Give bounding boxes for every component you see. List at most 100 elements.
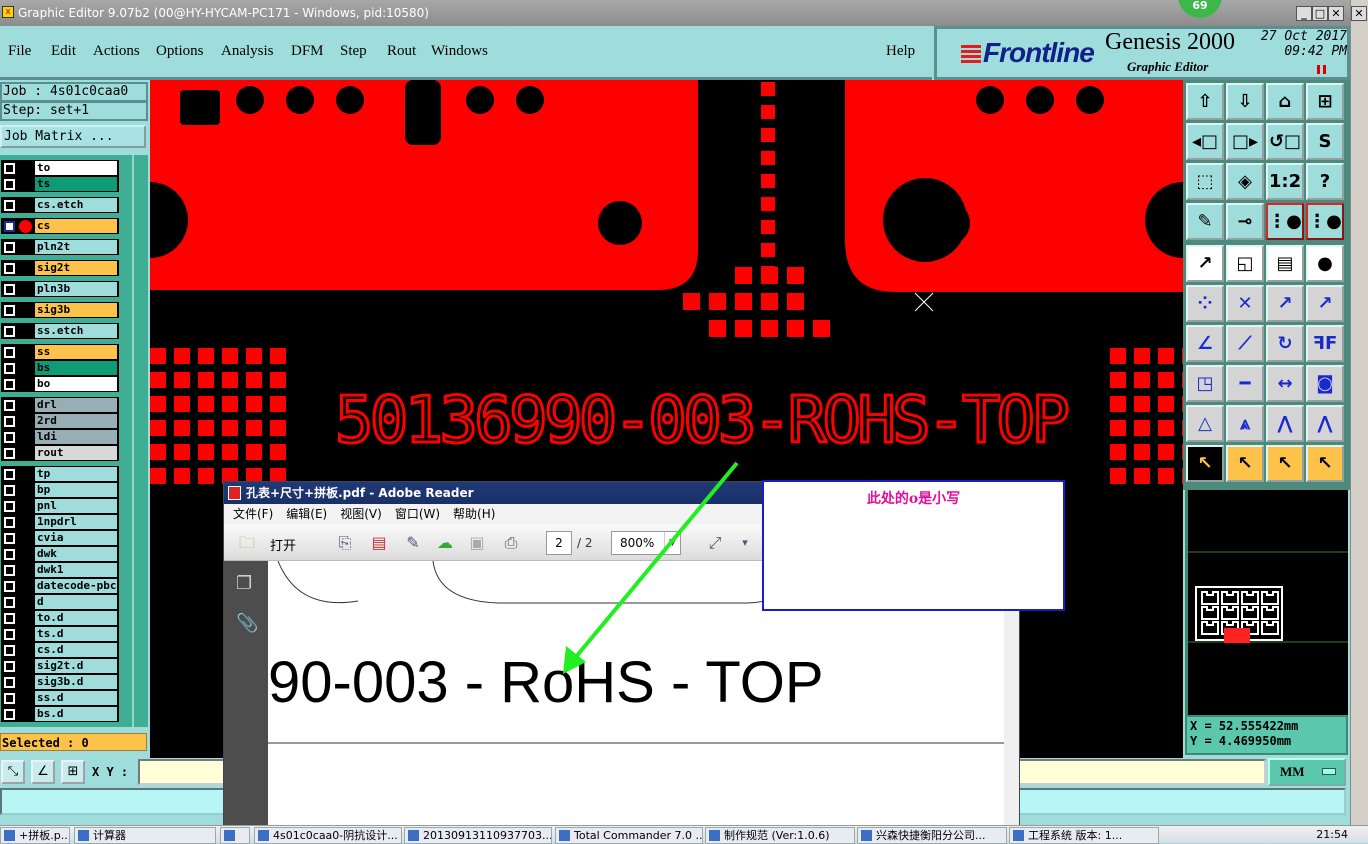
menu-dfm[interactable]: DFM — [291, 43, 324, 60]
menu-step[interactable]: Step — [340, 43, 367, 60]
move-icon[interactable]: ↗ — [1266, 285, 1304, 322]
taskbar-item[interactable]: Total Commander 7.0 ... — [555, 827, 703, 844]
create-pdf-icon[interactable]: ⎘ — [334, 532, 356, 554]
resize-icon[interactable]: ◳ — [1186, 365, 1224, 402]
taskbar-item[interactable]: 计算器 — [74, 827, 216, 844]
layer-scrollbar[interactable] — [132, 155, 148, 727]
layer-row-pnl[interactable]: pnl — [1, 498, 119, 514]
add-feature-icon[interactable]: ↗ — [1186, 245, 1224, 282]
menu-rout[interactable]: Rout — [387, 43, 416, 60]
layer-checkbox[interactable] — [4, 284, 15, 295]
pad-select-icon[interactable]: ● — [1306, 245, 1344, 282]
taskbar-item[interactable]: +拼板.p... — [0, 827, 70, 844]
menu-edit[interactable]: Edit — [51, 43, 76, 60]
grid-xy-icon[interactable]: ⊞ — [1306, 83, 1344, 120]
layer-row-d[interactable]: d — [1, 594, 119, 610]
open-folder-icon[interactable]: 🗀 — [236, 532, 258, 554]
attachment-icon[interactable]: 📎 — [236, 613, 258, 634]
menu-options[interactable]: Options — [156, 43, 204, 60]
layer-checkbox[interactable] — [4, 242, 15, 253]
maximize-button[interactable]: □ — [1312, 6, 1328, 21]
pdf-menu-item[interactable]: 视图(V) — [340, 507, 382, 521]
layer-row-datecode-pbc[interactable]: datecode-pbc — [1, 578, 119, 594]
tools-palette-icon[interactable]: ✎ — [1186, 203, 1224, 240]
help-icon[interactable]: ? — [1306, 163, 1344, 200]
layer-checkbox[interactable] — [4, 581, 15, 592]
print-icon[interactable]: ⎙ — [500, 532, 522, 554]
layer-checkbox[interactable] — [4, 645, 15, 656]
upload-cloud-icon[interactable]: ☁ — [434, 532, 456, 554]
pdf-menu-item[interactable]: 帮助(H) — [453, 507, 495, 521]
taskbar-item[interactable]: 4s01c0caa0-阴抗设计... — [254, 827, 402, 844]
layer-checkbox[interactable] — [4, 597, 15, 608]
snap-grid-icon[interactable]: ⊞ — [61, 760, 85, 784]
layer-checkbox[interactable] — [4, 533, 15, 544]
layer-row-ts[interactable]: ts — [1, 176, 119, 192]
pause-icon[interactable] — [1317, 65, 1326, 74]
layer-row-pln2t[interactable]: pln2t — [1, 239, 119, 255]
merge-icon[interactable]: ◙ — [1306, 365, 1344, 402]
fullscreen-icon[interactable]: ⤢ — [704, 532, 726, 554]
job-matrix-button[interactable]: Job Matrix ... — [0, 125, 146, 148]
taskbar-item[interactable] — [220, 827, 250, 844]
layer-checkbox[interactable] — [4, 305, 15, 316]
layer-checkbox[interactable] — [4, 485, 15, 496]
layer-row-to.d[interactable]: to.d — [1, 610, 119, 626]
layer-checkbox[interactable] — [4, 709, 15, 720]
arch-line-icon[interactable]: ⋀ — [1306, 405, 1344, 442]
dimension-icon[interactable]: ↔ — [1266, 365, 1304, 402]
scale-1-2-icon[interactable]: 1:2 — [1266, 163, 1304, 200]
layer-row-tp[interactable]: tp — [1, 466, 119, 482]
taskbar-item[interactable]: 工程系统 版本: 1... — [1009, 827, 1159, 844]
fit-profile-icon[interactable]: ◈ — [1226, 163, 1264, 200]
layer-checkbox[interactable] — [4, 379, 15, 390]
pdf-menu-item[interactable]: 窗口(W) — [395, 507, 440, 521]
copy-icon[interactable]: ↗ — [1306, 285, 1344, 322]
layer-row-ss.d[interactable]: ss.d — [1, 690, 119, 706]
segment-icon[interactable]: ━ — [1226, 365, 1264, 402]
layer-checkbox[interactable] — [4, 326, 15, 337]
line-icon[interactable]: ⟋ — [1226, 325, 1264, 362]
layer-checkbox[interactable] — [4, 448, 15, 459]
layer-checkbox[interactable] — [4, 549, 15, 560]
ruler-icon[interactable]: ▤ — [1266, 245, 1304, 282]
layer-row-2rd[interactable]: 2rd — [1, 413, 119, 429]
netlist-icon[interactable]: ⋮● — [1266, 203, 1304, 240]
pointer-icon[interactable]: ↖ — [1186, 445, 1224, 482]
overview-map[interactable] — [1185, 490, 1348, 715]
layer-row-ss.etch[interactable]: ss.etch — [1, 323, 119, 339]
layer-checkbox[interactable] — [4, 432, 15, 443]
layer-checkbox[interactable] — [4, 200, 15, 211]
layer-row-1npdrl[interactable]: 1npdrl — [1, 514, 119, 530]
delete-icon[interactable]: ✕ — [1226, 285, 1264, 322]
sign-icon[interactable]: ✎ — [402, 532, 424, 554]
pointer-poly-icon[interactable]: ↖ — [1266, 445, 1304, 482]
zoom-down-icon[interactable]: ⇩ — [1226, 83, 1264, 120]
snap-icon[interactable]: S — [1306, 123, 1344, 160]
layer-row-cs.etch[interactable]: cs.etch — [1, 197, 119, 213]
open-button[interactable]: 打开 — [270, 535, 296, 554]
layer-checkbox[interactable] — [4, 263, 15, 274]
angle-icon[interactable]: ∠ — [1186, 325, 1224, 362]
pdf-menu-item[interactable]: 文件(F) — [233, 507, 273, 521]
layer-row-dwk1[interactable]: dwk1 — [1, 562, 119, 578]
taskbar-item[interactable]: 兴森快捷衡阳分公司... — [857, 827, 1007, 844]
pan-right-icon[interactable]: □▸ — [1226, 123, 1264, 160]
layer-row-cs[interactable]: cs — [1, 218, 119, 234]
measure-icon[interactable]: ⤡ — [1, 760, 25, 784]
layer-row-sig3b.d[interactable]: sig3b.d — [1, 674, 119, 690]
layer-checkbox[interactable] — [4, 363, 15, 374]
layer-row-bo[interactable]: bo — [1, 376, 119, 392]
layer-row-sig2t.d[interactable]: sig2t.d — [1, 658, 119, 674]
outer-close-button[interactable]: ✕ — [1351, 6, 1367, 21]
home-icon[interactable]: ⌂ — [1266, 83, 1304, 120]
pan-left-icon[interactable]: ◂□ — [1186, 123, 1224, 160]
layer-checkbox[interactable] — [4, 629, 15, 640]
layer-checkbox[interactable] — [4, 469, 15, 480]
menu-help[interactable]: Help — [886, 43, 915, 60]
layer-checkbox[interactable] — [4, 677, 15, 688]
fit-all-icon[interactable]: ⬚ — [1186, 163, 1224, 200]
layer-checkbox[interactable] — [4, 416, 15, 427]
layer-row-drl[interactable]: drl — [1, 397, 119, 413]
layer-row-rout[interactable]: rout — [1, 445, 119, 461]
